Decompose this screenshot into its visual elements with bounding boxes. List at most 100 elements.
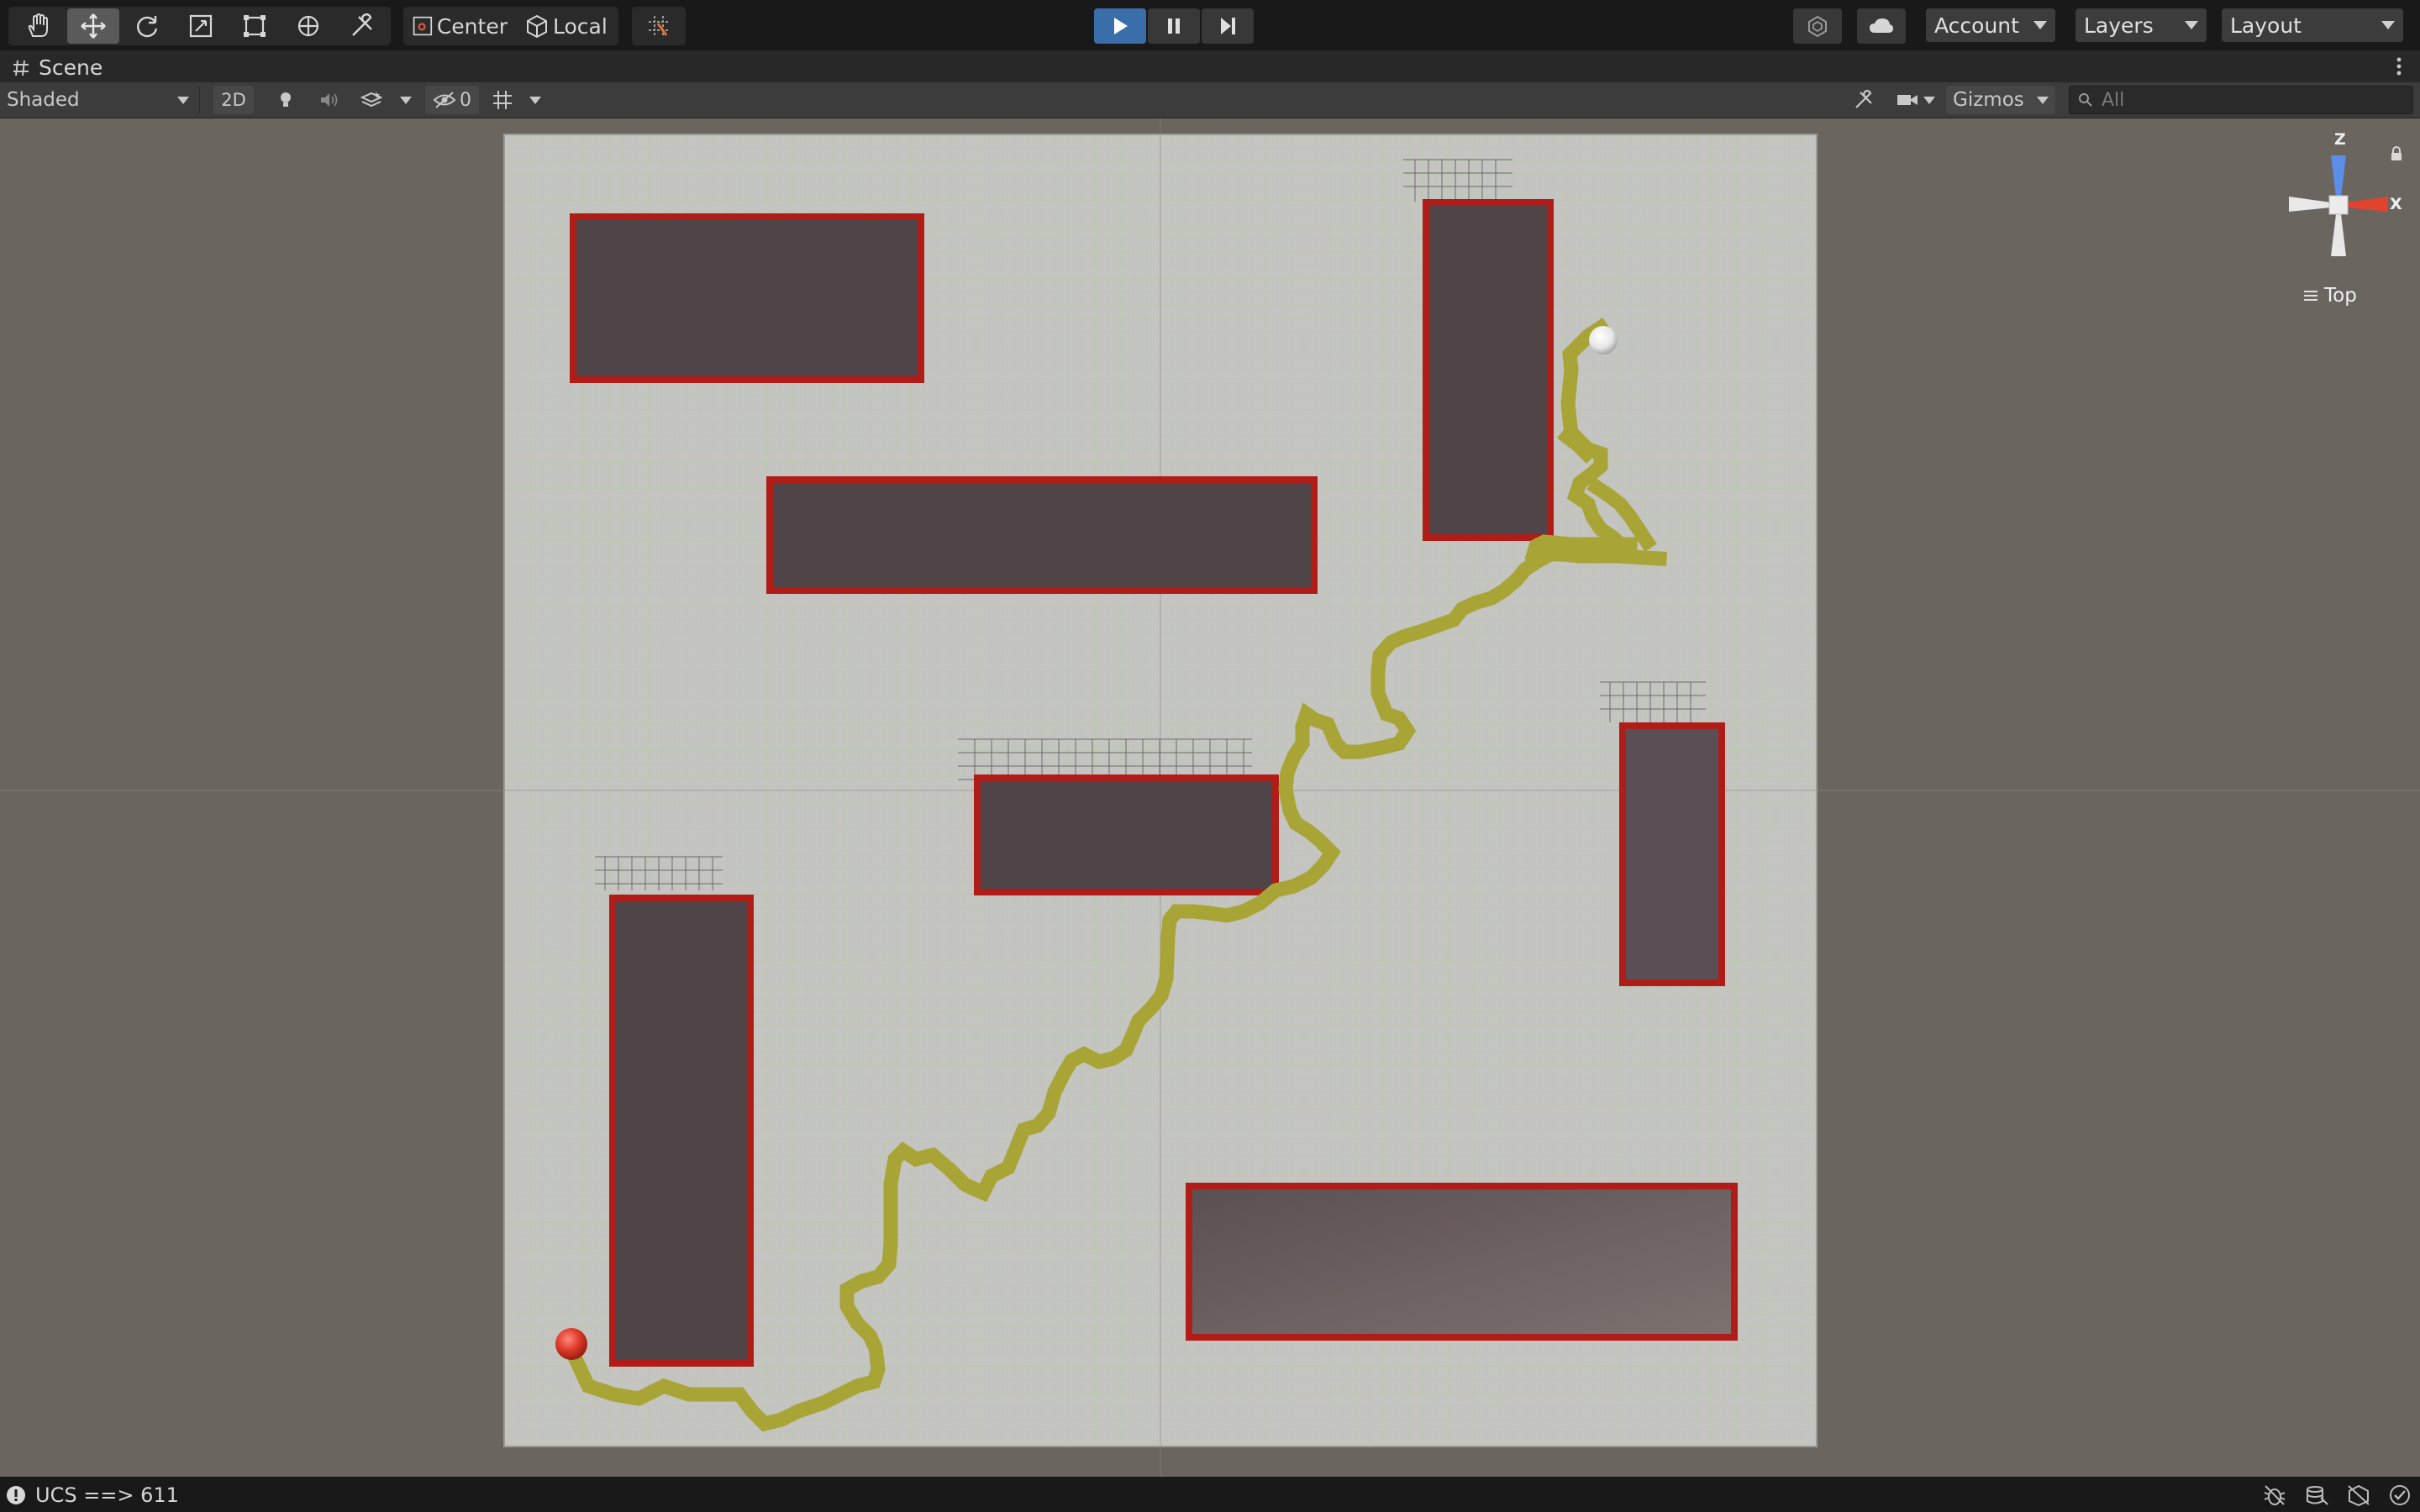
hand-tool-button[interactable]	[12, 8, 64, 44]
effects-dropdown[interactable]	[395, 86, 417, 114]
status-icons	[2262, 1483, 2412, 1507]
obstacle-block	[1619, 722, 1725, 986]
layers-label: Layers	[2084, 13, 2154, 38]
hand-icon	[28, 13, 48, 37]
scale-icon	[189, 14, 213, 38]
grid-dropdown[interactable]	[524, 86, 546, 114]
tab-menu-button[interactable]	[2395, 55, 2403, 81]
obstacle-block	[766, 476, 1318, 594]
console-message[interactable]: UCS ==> 611	[5, 1483, 179, 1507]
lock-icon[interactable]	[2390, 145, 2403, 162]
chevron-down-icon	[2033, 21, 2047, 29]
account-label: Account	[1934, 13, 2019, 38]
gizmos-dropdown[interactable]: Gizmos	[1946, 86, 2055, 114]
rect-tool-button[interactable]	[229, 8, 281, 44]
lightbulb-icon	[281, 92, 291, 107]
rotate-tool-button[interactable]	[121, 8, 173, 44]
transform-tool-button[interactable]	[282, 8, 334, 44]
hidden-count: 0	[460, 89, 471, 111]
scene-tools-button[interactable]	[1845, 86, 1882, 114]
step-button[interactable]	[1202, 8, 1254, 44]
x-axis-label: X	[2390, 195, 2402, 213]
grid-snap-icon	[649, 16, 669, 36]
draw-mode-dropdown[interactable]: Shaded	[0, 86, 200, 114]
search-placeholder: All	[2102, 89, 2125, 111]
scene-visibility-toggle[interactable]: 0	[425, 86, 479, 114]
gizmos-label: Gizmos	[1953, 89, 2024, 111]
layout-dropdown[interactable]: Layout	[2222, 8, 2403, 42]
cloud-icon	[1870, 18, 1893, 33]
orientation-gizmo[interactable]: Z X Top	[2279, 130, 2405, 332]
play-icon	[1114, 18, 1128, 34]
hierarchy-search-field[interactable]: All	[2069, 86, 2413, 114]
chevron-down-icon	[2381, 21, 2395, 29]
rotate-icon	[136, 16, 158, 38]
chevron-down-icon	[529, 96, 541, 104]
view-label-toggle[interactable]: Top	[2302, 285, 2357, 307]
scale-tool-button[interactable]	[175, 8, 227, 44]
cloud-button[interactable]	[1857, 8, 1906, 44]
cache-server-icon[interactable]	[2304, 1484, 2329, 1506]
scene-hash-icon	[13, 60, 29, 76]
step-icon	[1221, 18, 1235, 34]
rect-transform-icon	[244, 15, 266, 37]
custom-tools-icon	[352, 13, 372, 36]
audio-toggle[interactable]	[311, 86, 348, 114]
effects-toggle[interactable]	[353, 86, 390, 114]
pivot-center-icon	[413, 16, 433, 36]
local-cube-icon	[527, 14, 547, 39]
lighting-toggle[interactable]	[267, 86, 304, 114]
status-message: UCS ==> 611	[35, 1483, 179, 1507]
tab-scene[interactable]: Scene	[12, 55, 103, 80]
z-axis-label: Z	[2334, 130, 2346, 149]
scene-tab-title: Scene	[39, 55, 103, 80]
scene-viewport[interactable]: Z X Top	[0, 118, 2420, 1477]
axis-gizmo-icon	[2289, 155, 2388, 256]
chevron-down-icon	[2185, 21, 2198, 29]
auto-generate-lighting-icon[interactable]	[2346, 1484, 2371, 1506]
scene-tab-bar: Scene	[0, 50, 2420, 82]
hidden-eye-icon	[433, 92, 456, 108]
layers-dropdown[interactable]: Layers	[2075, 8, 2207, 42]
chevron-down-icon	[1923, 96, 1935, 104]
camera-dropdown[interactable]	[1891, 86, 1941, 114]
transform-icon	[297, 15, 319, 37]
obstacle-block	[1186, 1183, 1738, 1341]
scene-canvas[interactable]	[0, 118, 2420, 1477]
account-dropdown[interactable]: Account	[1926, 8, 2055, 42]
main-toolbar: Center Local Account Layers Layout	[0, 0, 2420, 50]
grid-icon	[493, 91, 512, 109]
move-tool-button[interactable]	[67, 8, 119, 44]
search-icon	[2079, 93, 2092, 107]
check-circle-icon[interactable]	[2388, 1483, 2412, 1507]
scene-view-toolbar: Shaded 2D 0 Gizmos All	[0, 82, 2420, 118]
pause-button[interactable]	[1148, 8, 1200, 44]
info-icon	[7, 1486, 25, 1504]
more-vertical-icon	[2396, 57, 2402, 76]
play-button[interactable]	[1094, 8, 1146, 44]
draw-mode-label: Shaded	[7, 89, 80, 111]
mode-2d-toggle[interactable]: 2D	[213, 86, 254, 114]
goal-ball	[1589, 326, 1618, 354]
effects-layers-icon	[360, 92, 382, 108]
pause-icon	[1168, 18, 1180, 34]
collab-button[interactable]	[1793, 8, 1842, 44]
grid-toggle[interactable]	[486, 86, 519, 114]
move-icon	[81, 13, 106, 39]
obstacle-block	[974, 774, 1279, 895]
obstacle-block	[609, 895, 754, 1367]
pivot-mode-toggle[interactable]: Center	[408, 8, 508, 44]
camera-icon	[1897, 95, 1918, 105]
custom-tool-button[interactable]	[336, 8, 388, 44]
pivot-mode-label: Center	[436, 13, 508, 39]
mode-2d-label: 2D	[221, 90, 246, 110]
collab-icon	[1808, 15, 1827, 38]
start-ball	[555, 1328, 587, 1360]
status-bar: UCS ==> 611	[0, 1477, 2420, 1512]
layout-label: Layout	[2230, 13, 2302, 38]
view-label: Top	[2324, 285, 2357, 307]
chevron-down-icon	[2037, 97, 2049, 104]
pivot-rotation-toggle[interactable]: Local	[521, 8, 615, 44]
debug-bug-icon[interactable]	[2262, 1484, 2287, 1506]
grid-snap-button[interactable]	[635, 8, 682, 44]
